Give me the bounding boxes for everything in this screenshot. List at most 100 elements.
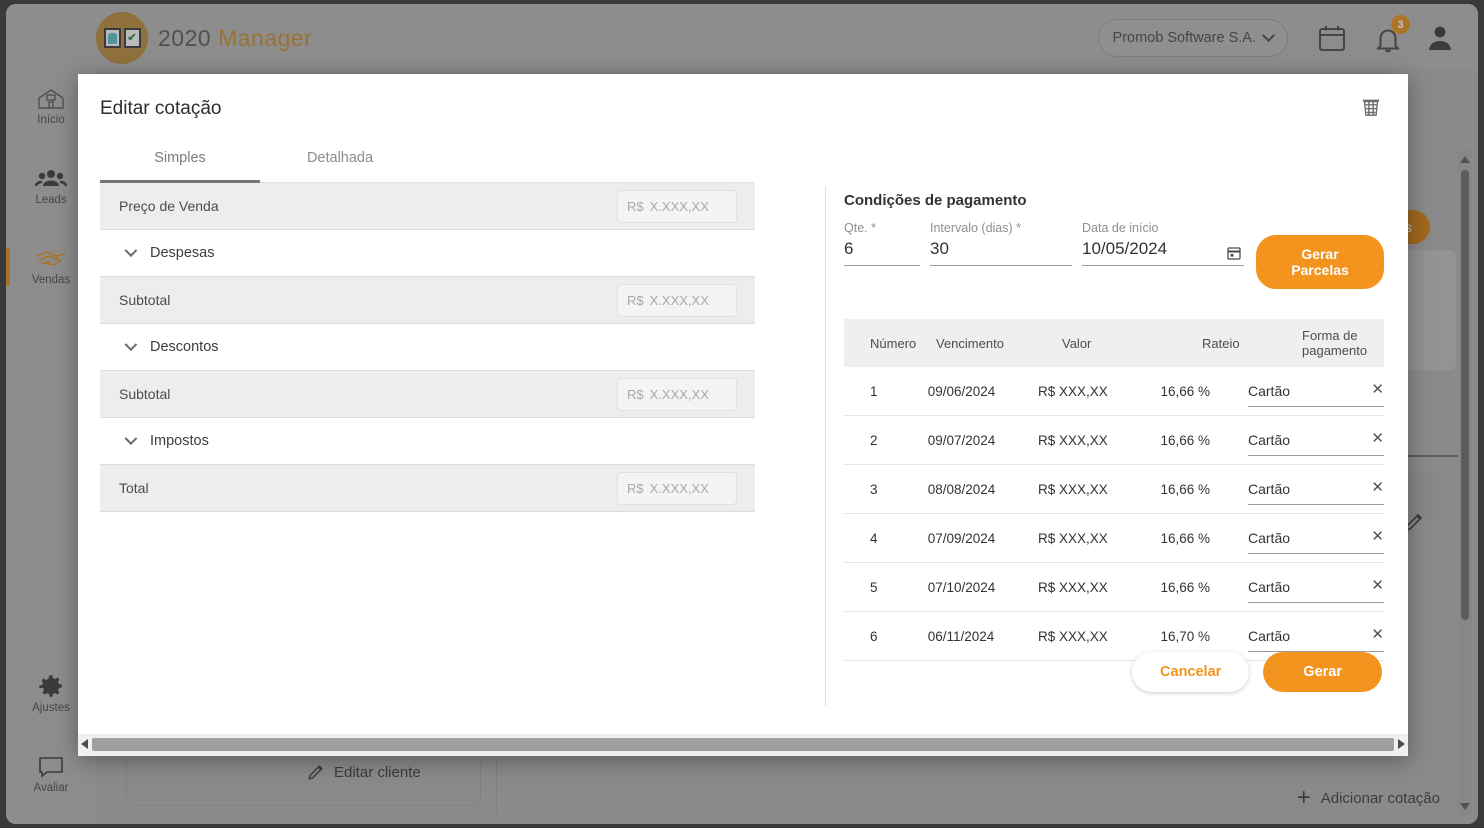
cell-valor: R$ XXX,XX <box>1038 579 1108 595</box>
cell-vencimento: 07/09/2024 <box>927 530 996 546</box>
cell-numero: 5 <box>870 579 878 595</box>
cell-numero: 2 <box>870 432 878 448</box>
cell-rateio: 16,66 % <box>1160 481 1211 497</box>
cell-vencimento: 07/10/2024 <box>927 579 996 595</box>
clear-payment-method-icon[interactable]: ✕ <box>1371 627 1384 642</box>
accordion-impostos[interactable]: Impostos <box>100 418 755 465</box>
calendar-picker-icon[interactable] <box>1226 245 1242 266</box>
payment-method-value: Cartão <box>1248 530 1291 546</box>
payment-conditions-panel: Condições de pagamento Qte. * 6 Interval… <box>844 192 1384 661</box>
cell-rateio: 16,66 % <box>1160 383 1211 399</box>
generate-installments-button[interactable]: Gerar Parcelas <box>1256 235 1384 289</box>
scroll-left-arrow-icon[interactable] <box>81 739 88 749</box>
row-label: Subtotal <box>119 292 171 308</box>
column-header-forma-de-pagamento: Forma de pagamento <box>1302 328 1368 358</box>
preco-de-venda-input[interactable]: R$ X.XXX,XX <box>617 190 737 223</box>
row-total: Total R$ X.XXX,XX <box>100 465 755 512</box>
field-underline <box>930 265 1072 266</box>
cell-valor: R$ XXX,XX <box>1038 628 1108 644</box>
cell-rateio: 16,66 % <box>1160 530 1211 546</box>
cell-rateio: 16,66 % <box>1160 579 1211 595</box>
column-divider <box>825 186 826 706</box>
generate-button[interactable]: Gerar <box>1263 652 1382 692</box>
payment-method-value: Cartão <box>1248 628 1291 644</box>
amount-placeholder: X.XXX,XX <box>649 199 709 214</box>
field-underline <box>1082 265 1244 266</box>
cell-valor: R$ XXX,XX <box>1038 481 1108 497</box>
scroll-right-arrow-icon[interactable] <box>1398 739 1405 749</box>
table-row: 1 09/06/2024 R$ XXX,XX 16,66 % Cartão ✕ <box>844 367 1384 416</box>
payment-method-value: Cartão <box>1248 432 1291 448</box>
cell-vencimento: 09/07/2024 <box>927 432 996 448</box>
row-label: Subtotal <box>119 386 171 402</box>
clear-payment-method-icon[interactable]: ✕ <box>1371 529 1384 544</box>
payment-method-select[interactable]: Cartão ✕ <box>1248 480 1384 505</box>
trash-icon[interactable] <box>1358 94 1384 120</box>
accordion-descontos[interactable]: Descontos <box>100 324 755 371</box>
payment-method-value: Cartão <box>1248 383 1291 399</box>
clear-payment-method-icon[interactable]: ✕ <box>1371 578 1384 593</box>
installments-table: Número Vencimento Valor Rateio Forma de … <box>844 319 1384 661</box>
cell-valor: R$ XXX,XX <box>1038 530 1108 546</box>
modal-horizontal-scrollbar[interactable] <box>78 734 1408 756</box>
cell-rateio: 16,66 % <box>1160 432 1211 448</box>
payment-method-select[interactable]: Cartão ✕ <box>1248 529 1384 554</box>
modal-body: Editar cotação Simples Detalhada Preço d… <box>78 74 1408 734</box>
payment-method-select[interactable]: Cartão ✕ <box>1248 431 1384 456</box>
column-header-vencimento: Vencimento <box>936 335 1004 351</box>
cell-numero: 1 <box>870 383 878 399</box>
edit-quote-modal: Editar cotação Simples Detalhada Preço d… <box>78 74 1408 756</box>
cell-rateio: 16,70 % <box>1160 628 1211 644</box>
scrollbar-thumb[interactable] <box>92 738 1394 751</box>
row-label: Preço de Venda <box>119 198 219 214</box>
cell-valor: R$ XXX,XX <box>1038 383 1108 399</box>
table-row: 4 07/09/2024 R$ XXX,XX 16,66 % Cartão ✕ <box>844 514 1384 563</box>
cell-numero: 6 <box>870 628 878 644</box>
amount-placeholder: X.XXX,XX <box>649 387 709 402</box>
clear-payment-method-icon[interactable]: ✕ <box>1371 431 1384 446</box>
start-date-field[interactable]: Data de início 10/05/2024 <box>1082 221 1244 266</box>
field-label: Data de início <box>1082 221 1159 235</box>
field-value: 6 <box>844 239 854 258</box>
row-preco-de-venda: Preço de Venda R$ X.XXX,XX <box>100 183 755 230</box>
cell-vencimento: 08/08/2024 <box>927 481 996 497</box>
row-subtotal-descontos: Subtotal R$ X.XXX,XX <box>100 371 755 418</box>
payment-parameters: Qte. * 6 Intervalo (dias) * 30 Data de i… <box>844 221 1384 289</box>
payment-conditions-title: Condições de pagamento <box>844 192 1027 209</box>
subtotal-despesas-input[interactable]: R$ X.XXX,XX <box>617 284 737 317</box>
total-input[interactable]: R$ X.XXX,XX <box>617 472 737 505</box>
payment-method-select[interactable]: Cartão ✕ <box>1248 382 1384 407</box>
cell-numero: 3 <box>870 481 878 497</box>
quantity-field[interactable]: Qte. * 6 <box>844 221 920 266</box>
field-label: Intervalo (dias) * <box>930 221 1022 235</box>
payment-method-select[interactable]: Cartão ✕ <box>1248 578 1384 603</box>
field-value: 30 <box>930 239 949 258</box>
column-header-valor: Valor <box>1062 335 1092 351</box>
interval-days-field[interactable]: Intervalo (dias) * 30 <box>930 221 1072 266</box>
subtotal-descontos-input[interactable]: R$ X.XXX,XX <box>617 378 737 411</box>
currency-symbol: R$ <box>627 199 644 214</box>
currency-symbol: R$ <box>627 481 644 496</box>
accordion-label: Despesas <box>150 245 215 261</box>
table-row: 2 09/07/2024 R$ XXX,XX 16,66 % Cartão ✕ <box>844 416 1384 465</box>
tab-detalhada[interactable]: Detalhada <box>260 136 420 182</box>
table-row: 5 07/10/2024 R$ XXX,XX 16,66 % Cartão ✕ <box>844 563 1384 612</box>
currency-symbol: R$ <box>627 293 644 308</box>
clear-payment-method-icon[interactable]: ✕ <box>1371 480 1384 495</box>
cell-valor: R$ XXX,XX <box>1038 432 1108 448</box>
clear-payment-method-icon[interactable]: ✕ <box>1371 382 1384 397</box>
cell-forma-de-pagamento: Cartão ✕ <box>1248 620 1384 652</box>
accordion-despesas[interactable]: Despesas <box>100 230 755 277</box>
row-label: Total <box>119 480 149 496</box>
app-window: ✔ 2020 Manager Promob Software S.A. 3 In… <box>6 4 1478 824</box>
cell-forma-de-pagamento: Cartão ✕ <box>1248 473 1384 505</box>
payment-method-select[interactable]: Cartão ✕ <box>1248 627 1384 652</box>
currency-symbol: R$ <box>627 387 644 402</box>
modal-title: Editar cotação <box>100 98 222 119</box>
tab-simples[interactable]: Simples <box>100 136 260 182</box>
payment-method-value: Cartão <box>1248 579 1291 595</box>
cancel-button[interactable]: Cancelar <box>1132 652 1250 692</box>
field-value: 10/05/2024 <box>1082 239 1168 258</box>
cell-forma-de-pagamento: Cartão ✕ <box>1248 375 1384 407</box>
modal-footer-actions: Cancelar Gerar <box>1132 652 1382 692</box>
